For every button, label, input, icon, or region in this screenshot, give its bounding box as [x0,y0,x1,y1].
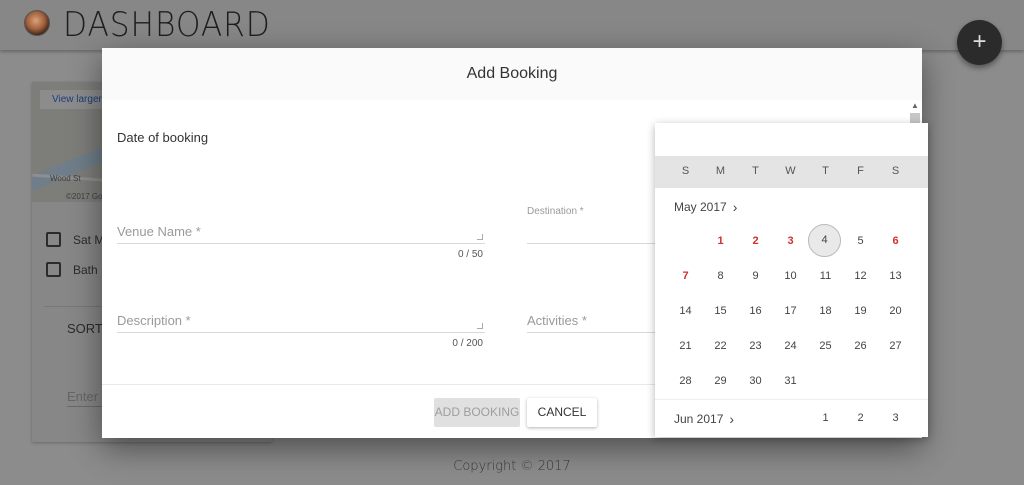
description-placeholder: Description * [117,313,191,328]
dialog-header: Add Booking [102,48,922,100]
chevron-right-icon[interactable]: › [729,411,734,427]
calendar-day[interactable]: 31 [773,364,808,399]
calendar-day[interactable]: 26 [843,329,878,364]
calendar-day[interactable]: 20 [878,294,913,329]
calendar-day[interactable]: 28 [668,364,703,399]
weekday-label: T [752,165,759,177]
calendar-icon [46,232,61,247]
venue-name-underline [117,243,485,244]
chevron-right-icon[interactable]: › [733,199,738,215]
activities-underline [527,332,655,333]
card-date-row: Sat M [46,232,104,247]
calendar-day[interactable]: 1 [703,224,738,259]
calendar-day[interactable]: 7 [668,259,703,294]
destination-field[interactable]: Destination * [527,206,655,246]
weekday-label: W [785,165,796,177]
calendar-day[interactable]: 24 [773,329,808,364]
calendar-day[interactable]: 3 [773,224,808,259]
calendar-day[interactable]: 2 [738,224,773,259]
destination-placeholder: Destination * [527,206,584,217]
card-venue-row: Bath [46,262,98,277]
month-label-jun[interactable]: Jun 2017 › [674,411,734,427]
calendar-day[interactable]: 14 [668,294,703,329]
calendar-day[interactable]: 21 [668,329,703,364]
weekday-label: S [681,165,690,177]
calendar-day[interactable]: 1 [808,401,843,436]
venue-name-counter: 0 / 50 [457,249,483,260]
venue-name-field[interactable]: Venue Name * 0 / 50 [117,224,485,264]
calendar-day[interactable]: 8 [703,259,738,294]
description-counter: 0 / 200 [452,338,483,349]
building-icon [46,262,61,277]
sort-label[interactable]: SORT [67,321,103,336]
calendar-day[interactable]: 22 [703,329,738,364]
month-label-text: May 2017 [674,200,727,214]
activities-placeholder: Activities * [527,313,587,328]
dialog-title: Add Booking [466,65,558,82]
description-field[interactable]: Description * 0 / 200 [117,313,485,353]
calendar-day[interactable]: 5 [843,224,878,259]
footer-copyright: Copyright © 2017 [453,459,571,474]
month-label-may[interactable]: May 2017 › [674,199,737,215]
calendar-day[interactable]: 18 [808,294,843,329]
add-fab-button[interactable]: + [957,20,1002,65]
map-attribution: ©2017 Go [66,192,103,201]
calendar-day[interactable]: 9 [738,259,773,294]
map-street-label: Wood St [50,174,81,183]
calendar-divider [655,399,928,400]
add-booking-button[interactable]: ADD BOOKING [434,398,520,427]
resize-grip[interactable] [477,323,483,329]
resize-grip[interactable] [477,234,483,240]
calendar-day[interactable]: 2 [843,401,878,436]
calendar-day[interactable]: 30 [738,364,773,399]
calendar-day[interactable]: 6 [878,224,913,259]
calendar-day[interactable]: 3 [878,401,913,436]
destination-underline [527,243,655,244]
weekday-label: T [822,165,829,177]
card-date-text: Sat M [73,232,105,247]
calendar-day[interactable]: 11 [808,259,843,294]
scroll-up-arrow[interactable]: ▲ [910,101,920,111]
calendar-day[interactable]: 29 [703,364,738,399]
venue-name-placeholder: Venue Name * [117,224,201,239]
weekday-label: F [857,165,864,177]
calendar-day[interactable]: 23 [738,329,773,364]
top-app-bar: DASHBOARD [0,0,1024,50]
date-picker-popover: SMTWTFS May 2017 › 1 2 3 4 5 6 7 8 9 10 11 12 13 14 15… [655,123,928,437]
calendar-day[interactable]: 25 [808,329,843,364]
app-title: DASHBOARD [63,5,271,45]
cancel-button[interactable]: CANCEL [527,398,597,427]
calendar-day[interactable]: 27 [878,329,913,364]
calendar-day[interactable]: 15 [703,294,738,329]
calendar-day[interactable]: 16 [738,294,773,329]
description-underline [117,332,485,333]
activities-field[interactable]: Activities * [527,313,655,353]
weekday-header: SMTWTFS [655,156,928,188]
calendar-day[interactable]: 19 [843,294,878,329]
calendar-day[interactable]: 4 [808,224,841,257]
weekday-label: S [891,165,900,177]
next-month-label-text: Jun 2017 [674,412,724,426]
date-of-booking-label: Date of booking [117,130,209,145]
card-venue-text: Bath [73,262,98,277]
calendar-day[interactable]: 10 [773,259,808,294]
calendar-day[interactable]: 12 [843,259,878,294]
weekday-label: M [715,165,726,177]
calendar-day[interactable]: 17 [773,294,808,329]
calendar-day[interactable]: 13 [878,259,913,294]
avatar[interactable] [24,10,50,36]
